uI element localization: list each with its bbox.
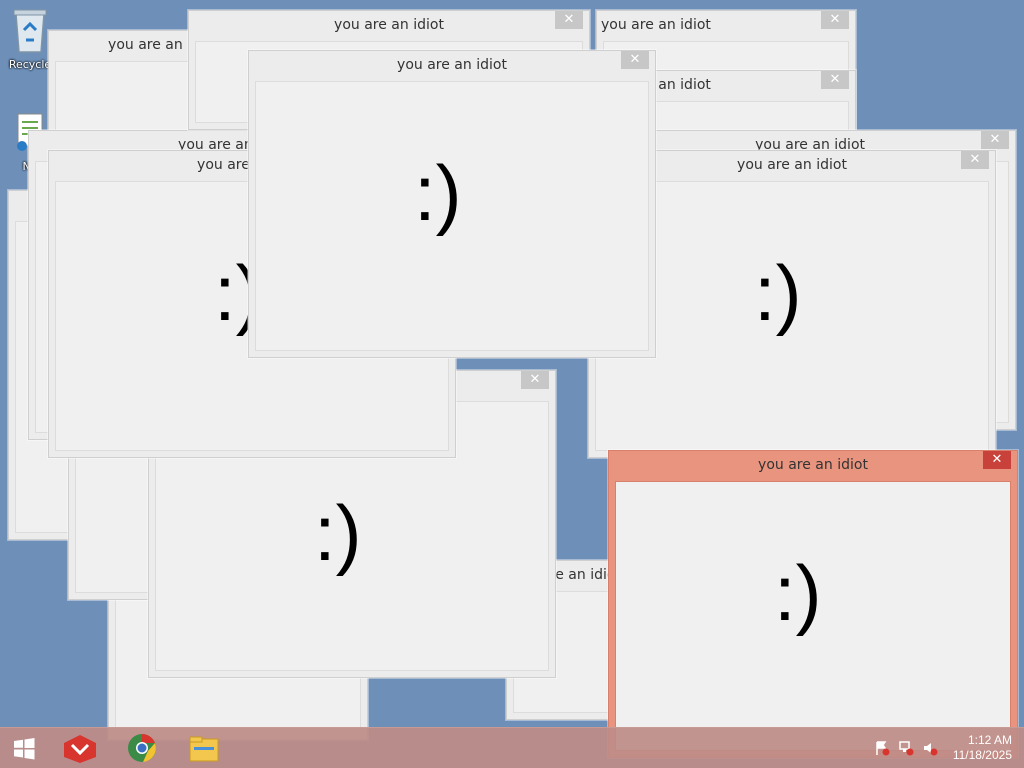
window-title: you are an idiot — [601, 17, 711, 33]
window-client: :) — [255, 81, 649, 351]
volume-muted-icon — [924, 743, 938, 756]
action-center-flag-icon — [876, 741, 890, 756]
recycle-bin-icon — [13, 9, 47, 53]
close-button[interactable]: ✕ — [621, 51, 649, 69]
network-icon — [899, 741, 914, 756]
popup-window[interactable]: you are an idiot ✕ :) — [248, 50, 656, 358]
taskbar-app-red[interactable] — [60, 731, 100, 765]
window-client: :) — [615, 481, 1011, 751]
tray-volume[interactable] — [922, 740, 938, 756]
start-button[interactable] — [4, 731, 44, 765]
taskbar-app-explorer[interactable] — [184, 731, 224, 765]
close-button[interactable]: ✕ — [983, 451, 1011, 469]
popup-window-active[interactable]: you are an idiot ✕ :) — [608, 450, 1018, 758]
close-button[interactable]: ✕ — [961, 151, 989, 169]
close-button[interactable]: ✕ — [981, 131, 1009, 149]
close-button[interactable]: ✕ — [821, 71, 849, 89]
tray-action-center[interactable] — [874, 740, 890, 756]
tray-network[interactable] — [898, 740, 914, 756]
taskbar-app-browser[interactable] — [122, 731, 162, 765]
chrome-icon — [128, 734, 156, 762]
window-title: you are an idiot — [397, 57, 507, 73]
red-app-icon — [64, 735, 96, 763]
smiley-face: :) — [774, 549, 822, 637]
smiley-face: :) — [314, 489, 362, 577]
close-button[interactable]: ✕ — [555, 11, 583, 29]
window-title: you are an idiot — [334, 17, 444, 33]
windows-start-icon — [14, 738, 35, 760]
taskbar-clock[interactable]: 1:12 AM 11/18/2025 — [953, 733, 1012, 763]
close-button[interactable]: ✕ — [521, 371, 549, 389]
desktop: Recycle No you are an idiot ✕ you are an… — [0, 0, 1024, 768]
file-explorer-icon — [189, 736, 219, 762]
window-title: you are an idiot — [758, 457, 868, 473]
clock-time: 1:12 AM — [967, 733, 1012, 747]
taskbar: 1:12 AM 11/18/2025 — [0, 727, 1024, 768]
close-button[interactable]: ✕ — [821, 11, 849, 29]
clock-date: 11/18/2025 — [952, 748, 1012, 762]
smiley-face: :) — [414, 149, 462, 237]
smiley-face: :) — [754, 249, 802, 337]
